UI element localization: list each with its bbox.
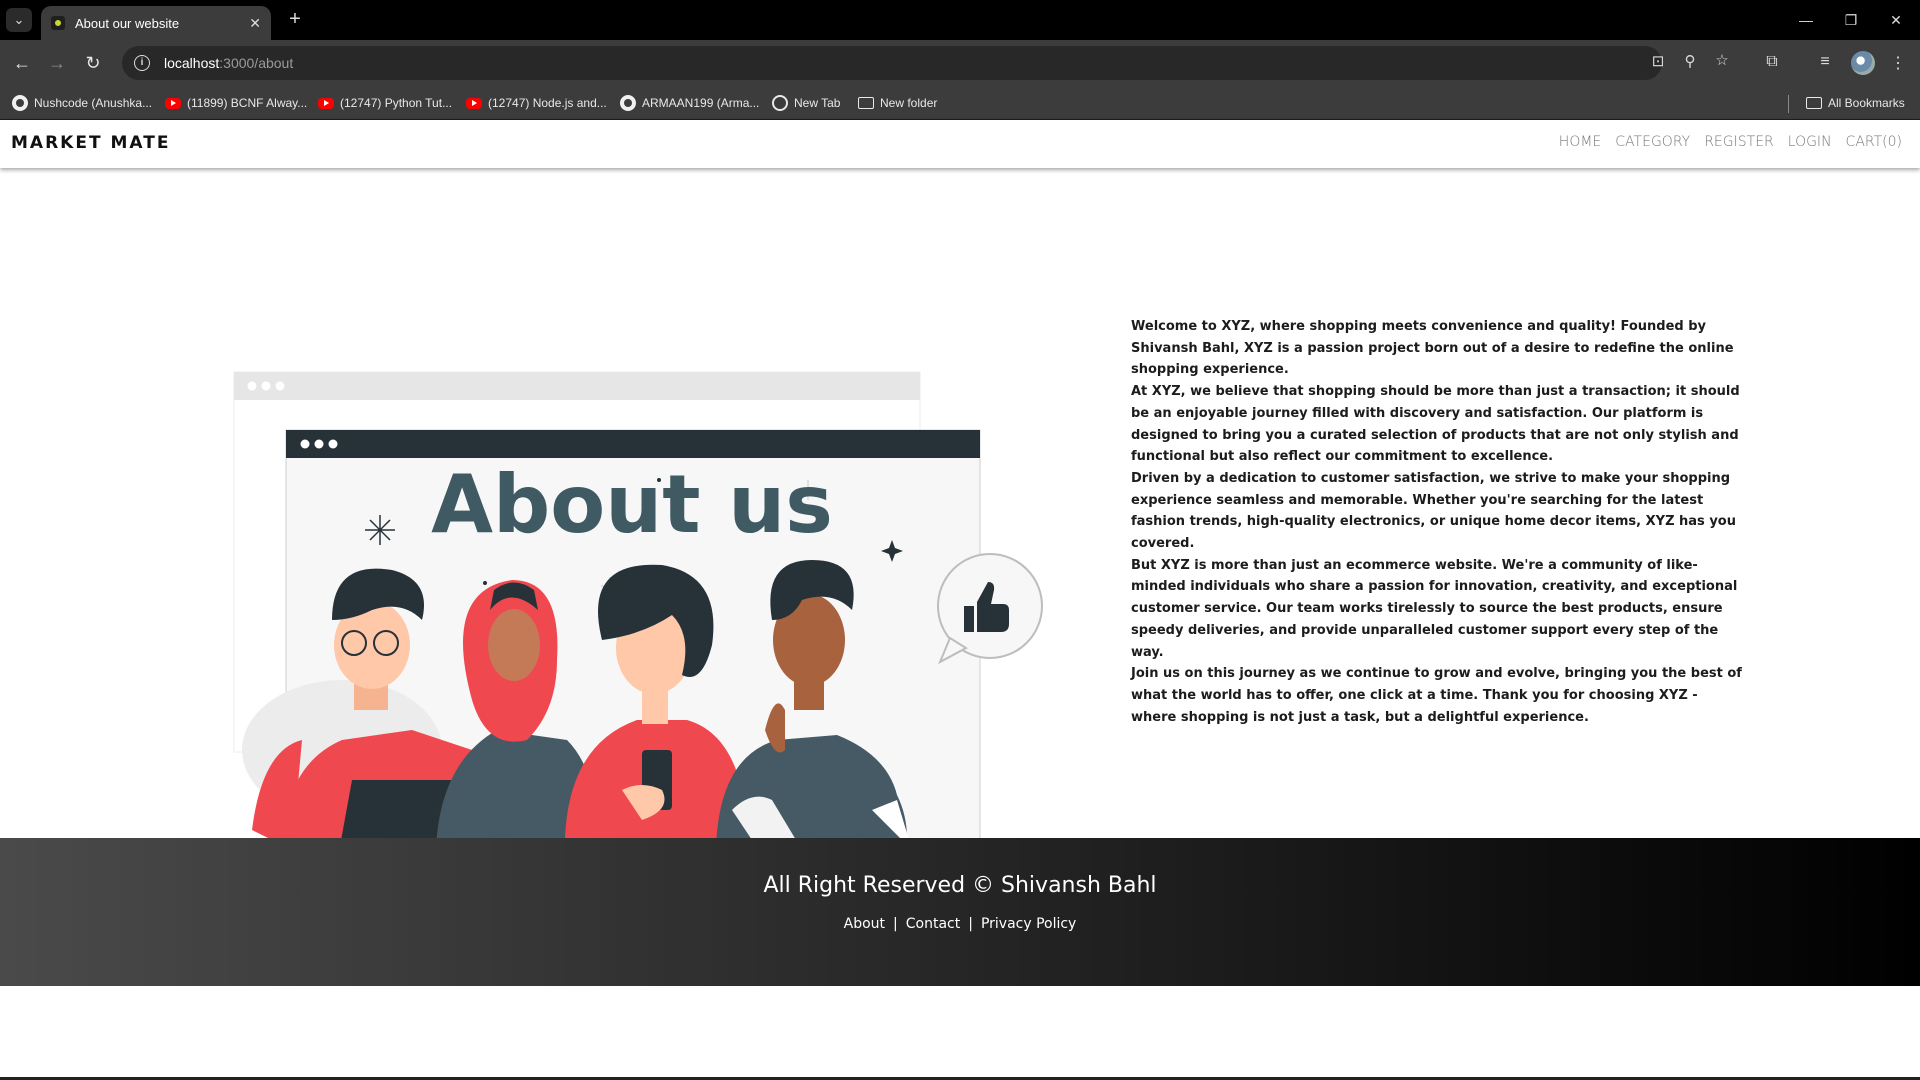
about-paragraph: Welcome to XYZ, where shopping meets con… [1131, 319, 1734, 378]
bookmark-item[interactable]: Nushcode (Anushka... [12, 93, 152, 113]
bookmarks-bar: Nushcode (Anushka... (11899) BCNF Alway.… [0, 86, 1920, 120]
about-description: Welcome to XYZ, where shopping meets con… [1131, 316, 1747, 728]
nav-link-home[interactable]: HOME [1559, 134, 1601, 150]
forward-button[interactable]: → [44, 50, 70, 76]
bookmark-item[interactable]: (12747) Python Tut... [318, 93, 452, 113]
install-app-icon[interactable]: ⊡ [1648, 52, 1668, 70]
footer-separator: | [893, 916, 898, 932]
brand-logo[interactable]: MARKET MATE [11, 133, 170, 153]
about-paragraph: Join us on this journey as we continue t… [1131, 666, 1742, 725]
about-paragraph: Driven by a dedication to customer satis… [1131, 470, 1736, 552]
footer-link-contact[interactable]: Contact [906, 916, 960, 932]
footer-separator: | [968, 916, 973, 932]
footer-copyright: All Right Reserved © Shivansh Bahl [763, 873, 1157, 898]
folder-icon [858, 97, 874, 109]
footer-link-about[interactable]: About [844, 916, 885, 932]
bookmark-item[interactable]: New Tab [772, 93, 840, 113]
github-icon [620, 95, 636, 111]
bookmark-item[interactable]: (11899) BCNF Alway... [165, 93, 307, 113]
site-favicon-icon [51, 16, 65, 30]
about-paragraph: At XYZ, we believe that shopping should … [1131, 384, 1740, 465]
illustration-title: About us [431, 458, 833, 551]
about-us-illustration: About us [233, 371, 1043, 891]
folder-icon [1806, 97, 1822, 109]
globe-icon [772, 95, 788, 111]
site-navbar: MARKET MATE HOME CATEGORY REGISTER LOGIN… [0, 120, 1920, 168]
bookmark-item[interactable]: (12747) Node.js and... [466, 93, 607, 113]
page-viewport: MARKET MATE HOME CATEGORY REGISTER LOGIN… [0, 120, 1920, 1080]
tab-search-button[interactable]: ⌄ [6, 8, 32, 32]
bookmark-item[interactable]: ARMAAN199 (Arma... [620, 93, 759, 113]
nav-link-login[interactable]: LOGIN [1788, 134, 1832, 150]
nav-link-category[interactable]: CATEGORY [1615, 134, 1690, 150]
nav-link-cart[interactable]: CART(0) [1846, 134, 1902, 150]
browser-tab-bar: ⌄ About our website ✕ + — ❐ ✕ [0, 0, 1920, 40]
close-window-icon[interactable]: ✕ [1876, 8, 1916, 32]
address-bar[interactable]: i localhost:3000/about [122, 46, 1662, 80]
minimize-icon[interactable]: — [1786, 8, 1826, 32]
thumbs-up-bubble [937, 553, 1043, 665]
nav-link-register[interactable]: REGISTER [1704, 134, 1774, 150]
nav-links: HOME CATEGORY REGISTER LOGIN CART(0) [1545, 134, 1902, 150]
extensions-icon[interactable]: ⧉ [1761, 53, 1783, 71]
bookmark-item[interactable]: New folder [858, 93, 937, 113]
footer-links: About | Contact | Privacy Policy [0, 916, 1920, 932]
bookmark-star-icon[interactable]: ☆ [1712, 51, 1732, 69]
back-window-bar [234, 372, 920, 400]
menu-kebab-icon[interactable]: ⋮ [1887, 53, 1909, 73]
youtube-icon [466, 97, 482, 109]
all-bookmarks-button[interactable]: All Bookmarks [1806, 93, 1905, 113]
youtube-icon [165, 97, 181, 109]
browser-tab-active[interactable]: About our website ✕ [41, 6, 271, 40]
browser-toolbar: ← → ↻ i localhost:3000/about ⊡ ⚲ ☆ ⧉ ≡ ⋮ [0, 40, 1920, 86]
github-icon [12, 95, 28, 111]
tab-title: About our website [75, 15, 180, 31]
reload-button[interactable]: ↻ [80, 50, 106, 76]
new-tab-button[interactable]: + [283, 8, 307, 32]
reading-list-icon[interactable]: ≡ [1814, 53, 1836, 71]
url-path: :3000/about [219, 55, 294, 71]
tab-close-icon[interactable]: ✕ [249, 15, 261, 32]
bookmarks-divider [1788, 95, 1789, 113]
site-footer: All Right Reserved © Shivansh Bahl About… [0, 838, 1920, 986]
youtube-icon [318, 97, 334, 109]
back-button[interactable]: ← [9, 50, 35, 76]
zoom-icon[interactable]: ⚲ [1680, 52, 1700, 70]
footer-link-privacy-policy[interactable]: Privacy Policy [981, 916, 1076, 932]
url-host: localhost [164, 55, 220, 71]
front-window-bar [286, 430, 980, 458]
restore-icon[interactable]: ❐ [1831, 8, 1871, 32]
site-info-icon[interactable]: i [134, 55, 150, 71]
profile-avatar[interactable] [1851, 51, 1875, 75]
about-paragraph: But XYZ is more than just an ecommerce w… [1131, 557, 1738, 660]
